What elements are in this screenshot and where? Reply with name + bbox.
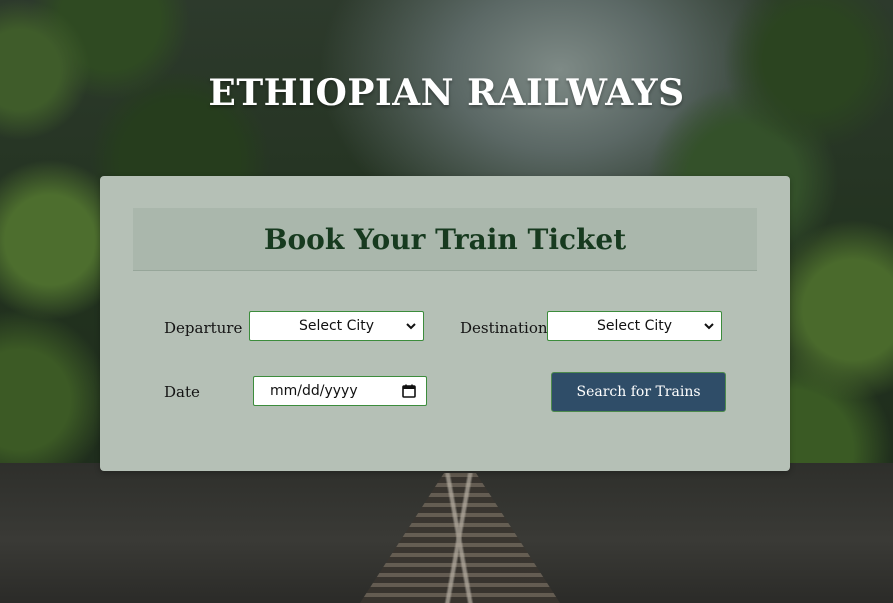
date-input[interactable]: mm/dd/yyyy: [253, 376, 427, 406]
chevron-down-icon: [406, 323, 416, 330]
departure-select-value: Select City: [298, 318, 375, 334]
date-label: Date: [164, 383, 200, 401]
chevron-down-icon: [704, 323, 714, 330]
form-header: Book Your Train Ticket: [133, 208, 757, 271]
form-heading: Book Your Train Ticket: [263, 222, 627, 256]
destination-select-value: Select City: [596, 318, 673, 334]
calendar-icon[interactable]: [402, 384, 416, 398]
departure-label: Departure: [164, 319, 243, 337]
destination-label: Destination: [460, 319, 548, 337]
departure-select[interactable]: Select City: [249, 311, 424, 341]
date-input-value: mm/dd/yyyy: [270, 383, 358, 399]
site-title: ETHIOPIAN RAILWAYS: [208, 72, 685, 114]
booking-form-card: Book Your Train Ticket Departure Select …: [100, 176, 790, 471]
search-trains-button[interactable]: Search for Trains: [551, 372, 726, 412]
destination-select[interactable]: Select City: [547, 311, 722, 341]
